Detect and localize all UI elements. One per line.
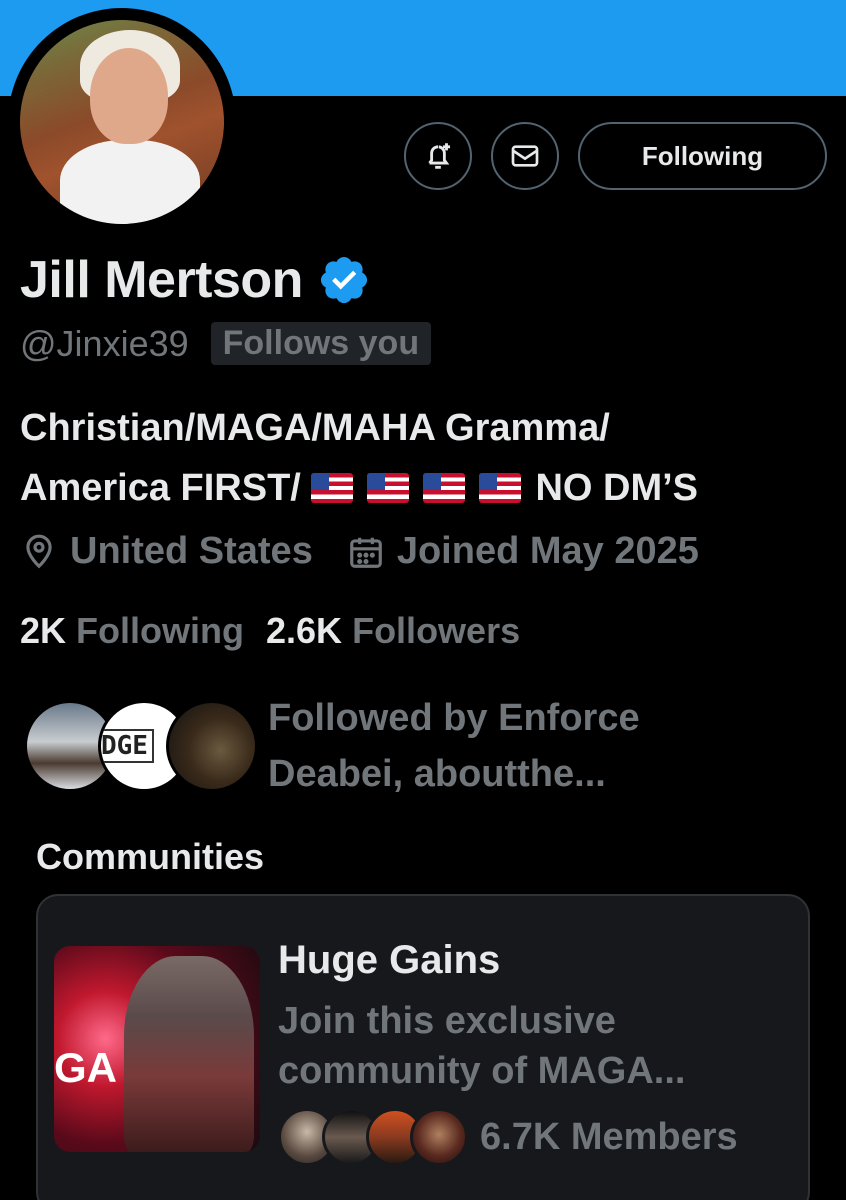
bio-line-1: Christian/MAGA/MAHA Gramma/: [20, 407, 610, 449]
communities-heading: Communities: [36, 836, 265, 877]
bell-plus-icon: [428, 143, 451, 169]
community-card[interactable]: GA Huge Gains Join this exclusive commun…: [36, 894, 810, 1200]
bio-line-2-suffix: NO DM’S: [535, 467, 698, 509]
us-flag-icon: [367, 473, 410, 503]
follow-stats: 2K Following 2.6K Followers: [20, 610, 520, 652]
location-pin-icon: [26, 534, 52, 568]
follows-you-badge: Follows you: [210, 322, 432, 365]
followers-label: Followers: [352, 610, 521, 651]
handle-row: @Jinxie39 Follows you: [20, 322, 432, 365]
following-stat[interactable]: 2K Following: [20, 610, 244, 652]
community-desc-line-2: community of MAGA...: [278, 1050, 686, 1092]
us-flag-icon: [479, 473, 522, 503]
name-row: Jill Mertson: [20, 250, 371, 310]
notification-bell-button[interactable]: [404, 122, 472, 190]
calendar-icon: [349, 537, 382, 568]
profile-bio: Christian/MAGA/MAHA Gramma/ America FIRS…: [20, 398, 830, 518]
joined-text: Joined May 2025: [396, 530, 699, 572]
bio-line-2-prefix: America FIRST/: [20, 467, 301, 509]
member-avatars: [278, 1108, 468, 1168]
envelope-icon: [511, 145, 539, 167]
profile-avatar[interactable]: [8, 8, 236, 236]
profile-meta: United States Joined May 2025: [20, 530, 699, 573]
message-button[interactable]: [491, 122, 559, 190]
joined-item: Joined May 2025: [347, 530, 699, 573]
community-description: Join this exclusive community of MAGA...: [278, 996, 788, 1096]
community-members: 6.7K Members: [480, 1116, 738, 1158]
followed-by-line-2: Deabei, aboutthe...: [268, 753, 606, 795]
avatar-photo: [20, 20, 224, 224]
following-count: 2K: [20, 610, 67, 651]
followers-stat[interactable]: 2.6K Followers: [266, 610, 520, 652]
followers-count: 2.6K: [266, 610, 343, 651]
follower-avatar: [166, 700, 258, 792]
location-text: United States: [70, 530, 313, 572]
community-desc-line-1: Join this exclusive: [278, 1000, 616, 1042]
community-image-text: GA: [54, 1044, 117, 1091]
profile-handle: @Jinxie39: [20, 322, 189, 364]
location-item: United States: [20, 530, 313, 573]
follower-avatar-text: DGE: [101, 729, 154, 763]
member-avatar: [410, 1108, 468, 1166]
followed-by-line-1: Followed by Enforce: [268, 697, 640, 739]
following-button[interactable]: Following: [578, 122, 827, 190]
community-name: Huge Gains: [278, 938, 501, 982]
profile-name: Jill Mertson: [20, 251, 303, 309]
us-flag-icon: [423, 473, 466, 503]
following-label: Following: [76, 610, 245, 651]
followed-by-text: Followed by Enforce Deabei, aboutthe...: [268, 690, 640, 802]
followed-by[interactable]: DGE Followed by Enforce Deabei, aboutthe…: [24, 690, 830, 800]
community-image: GA: [54, 946, 260, 1152]
us-flag-icon: [311, 473, 354, 503]
bio-line-2: America FIRST/ NO DM’S: [20, 458, 830, 518]
verified-badge-icon[interactable]: [317, 253, 371, 307]
